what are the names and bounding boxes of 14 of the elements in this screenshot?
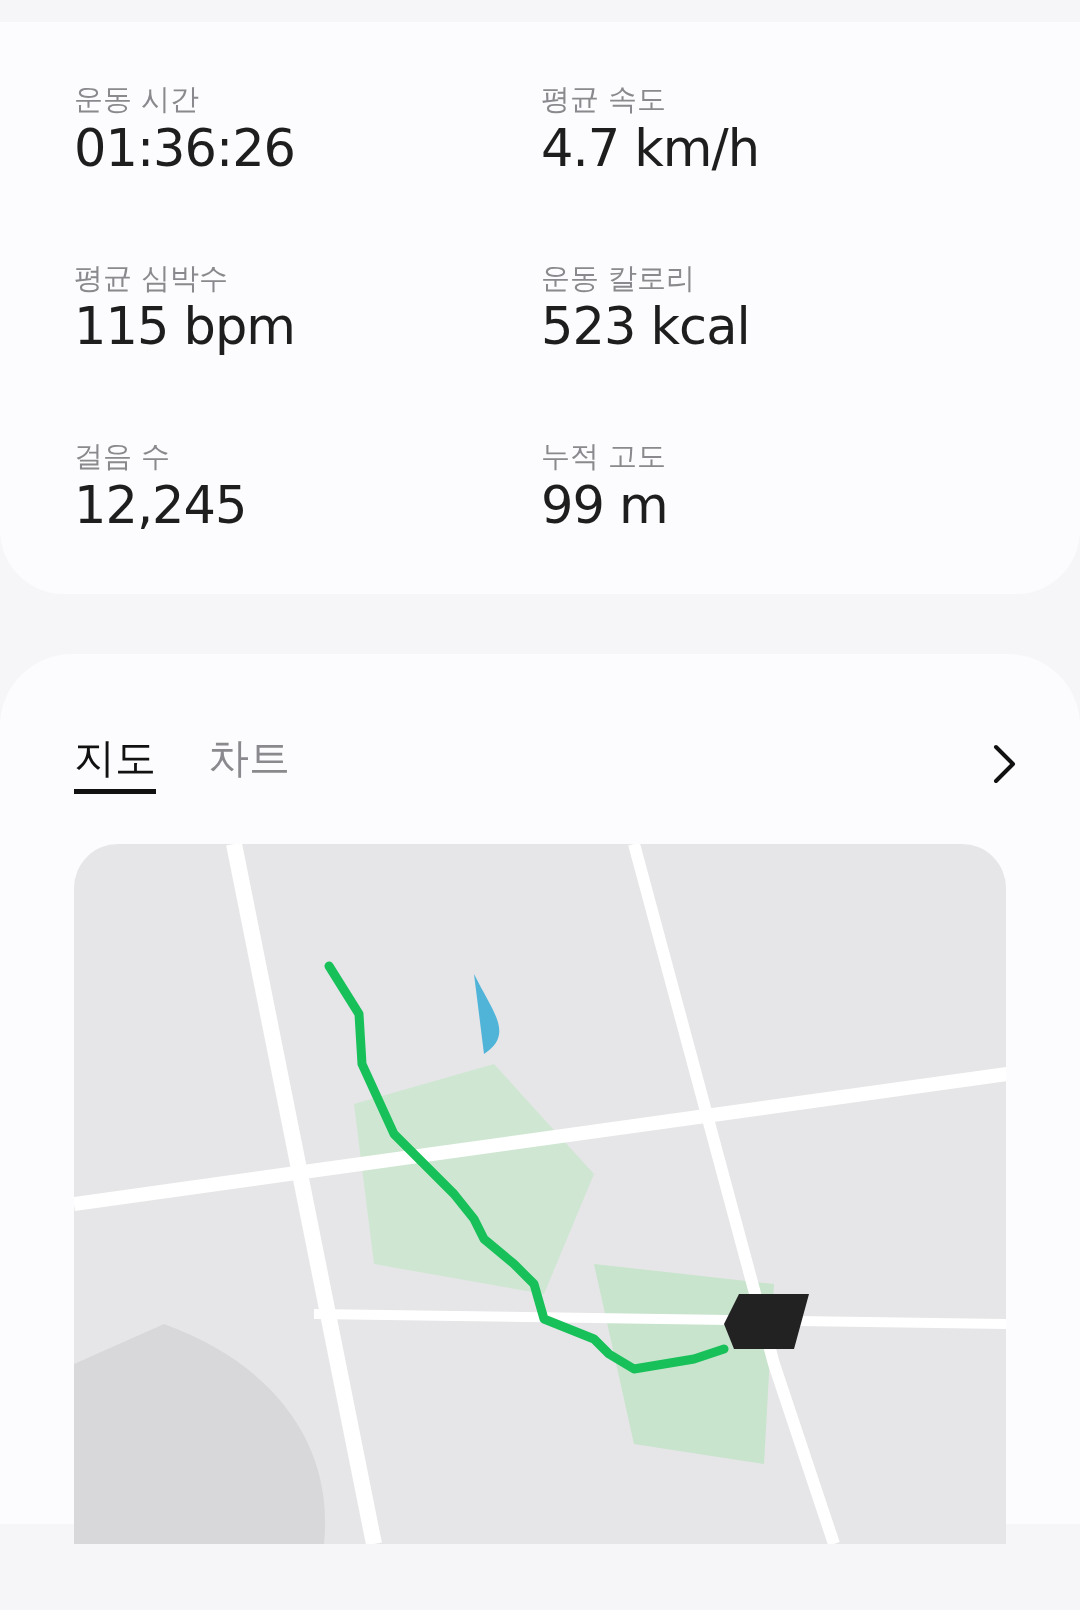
- stat-value: 12,245: [74, 474, 248, 537]
- stat-label: 누적 고도: [541, 439, 668, 474]
- stat-label: 운동 칼로리: [541, 260, 697, 296]
- stat-value: 4.7 km/h: [541, 117, 761, 180]
- stat-value: 523 kcal: [541, 296, 751, 359]
- tab[interactable]: 지도: [74, 733, 156, 794]
- stat-label: 평균 속도: [541, 82, 668, 117]
- stat-value: 115 bpm: [74, 296, 296, 359]
- stat-value: 99 m: [541, 474, 669, 537]
- stat-value: 01:36:26: [74, 117, 297, 180]
- stat-label: 운동 시간: [74, 82, 201, 117]
- stat-label: 평균 심박수: [74, 260, 230, 296]
- chevron-right-icon[interactable]: [992, 743, 1018, 784]
- stat-label: 걸음 수: [74, 439, 172, 474]
